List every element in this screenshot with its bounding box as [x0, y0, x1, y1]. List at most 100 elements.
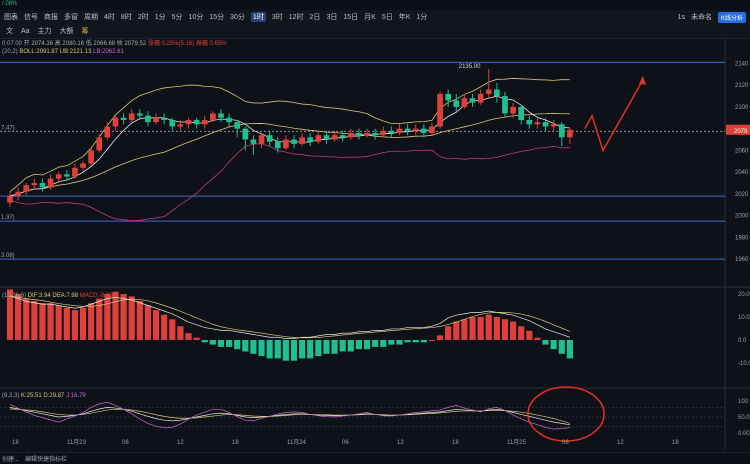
macd-bar	[23, 298, 30, 340]
macd-bar	[63, 307, 70, 340]
x-tick: 11月23	[67, 439, 87, 446]
candle-body	[177, 124, 184, 127]
price-chart[interactable]: 2140212021002080206020402020200019801960…	[0, 0, 750, 464]
candle-body	[526, 119, 533, 125]
macd-bar	[323, 340, 330, 354]
candle-body	[96, 137, 103, 151]
candle-body	[477, 93, 484, 103]
candle-body	[323, 135, 330, 140]
kdj-j: J:16.79	[66, 393, 86, 399]
candle-body	[339, 135, 346, 138]
price-tick: 2060	[735, 148, 749, 154]
x-tick: 18	[672, 440, 679, 446]
macd-bar	[136, 300, 143, 340]
macd-bar	[477, 317, 484, 340]
x-tick: 06	[562, 440, 569, 446]
macd-bar	[404, 340, 411, 343]
macd-bar	[355, 340, 362, 350]
macd-bar	[266, 340, 273, 359]
prediction-arrow	[584, 79, 644, 153]
candle-body	[266, 135, 273, 142]
macd-bar	[428, 340, 436, 341]
candle-body	[420, 128, 427, 134]
macd-bar	[88, 303, 95, 340]
macd-bar	[282, 340, 289, 361]
macd-bar	[372, 340, 379, 347]
candle-body	[193, 119, 200, 125]
candle-body	[23, 185, 30, 192]
x-tick: 06	[122, 440, 129, 446]
macd-bar	[128, 296, 135, 340]
kdj-tick: 50.0	[738, 415, 750, 421]
candle-body	[356, 133, 362, 136]
macd-bar	[363, 340, 371, 350]
candle-body	[412, 128, 419, 131]
candle-body	[226, 117, 232, 123]
macd-bar	[388, 340, 395, 345]
macd-params: (12,26,9)	[2, 293, 27, 299]
candle-body	[7, 196, 13, 203]
candle-body	[502, 96, 508, 114]
bottom-hint[interactable]: 编辑快捷指标栏	[25, 454, 67, 463]
kdj-k: K:25.51	[21, 393, 42, 399]
boll-mid-line	[9, 112, 570, 197]
macd-bar	[526, 330, 533, 340]
macd-bar	[242, 340, 249, 352]
macd-bar	[315, 340, 322, 357]
candle-body	[558, 124, 565, 138]
price-tick: 2120	[735, 83, 749, 89]
candle-body	[404, 128, 411, 131]
macd-bar	[510, 321, 517, 340]
candle-body	[437, 93, 443, 127]
x-tick: 06	[342, 440, 349, 446]
macd-bar	[412, 340, 419, 343]
macd-bar	[55, 305, 62, 340]
candle-body	[104, 126, 111, 138]
macd-bar	[469, 317, 476, 340]
macd-bar	[347, 340, 354, 352]
macd-bar	[339, 340, 346, 352]
candle-body	[218, 113, 224, 118]
candle-body	[169, 119, 176, 127]
candle-body	[534, 122, 541, 125]
current-price-label: 2079	[734, 129, 748, 135]
candle-body	[47, 178, 54, 188]
candle-body	[201, 119, 208, 125]
macd-bar	[47, 303, 54, 340]
candle-body	[364, 133, 370, 136]
macd-bar	[15, 294, 22, 340]
macd-value: MACD:-8.09	[79, 293, 113, 299]
x-tick: 18	[452, 440, 459, 446]
candle-body	[445, 93, 452, 101]
macd-bar	[331, 340, 338, 354]
macd-bar	[550, 340, 557, 350]
candle-body	[242, 128, 249, 140]
macd-bar	[250, 340, 257, 354]
macd-bar	[217, 340, 225, 347]
macd-bar	[501, 319, 509, 340]
candle-body	[485, 89, 492, 94]
macd-bar	[226, 340, 233, 347]
macd-bar	[380, 340, 387, 347]
macd-bar	[493, 317, 500, 340]
price-tick: 2100	[735, 105, 749, 111]
candle-body	[55, 174, 62, 179]
boll-lower-line	[9, 143, 570, 222]
macd-bar	[144, 305, 152, 340]
bottom-left[interactable]: 创建...	[2, 454, 19, 463]
macd-bar	[290, 340, 298, 361]
candle-body	[128, 113, 135, 120]
macd-bar	[420, 340, 427, 343]
candle-body	[307, 137, 314, 142]
hline-label: 1.37)	[1, 215, 15, 221]
macd-dea: DEA:7.98	[52, 293, 79, 299]
macd-bar	[39, 303, 46, 340]
macd-bar	[566, 340, 573, 359]
candle-body	[258, 135, 265, 144]
candle-body	[494, 89, 500, 97]
candle-body	[347, 133, 354, 138]
macd-bar	[299, 340, 306, 359]
candle-body	[299, 137, 305, 144]
candle-body	[388, 130, 395, 134]
macd-bar	[445, 326, 452, 340]
